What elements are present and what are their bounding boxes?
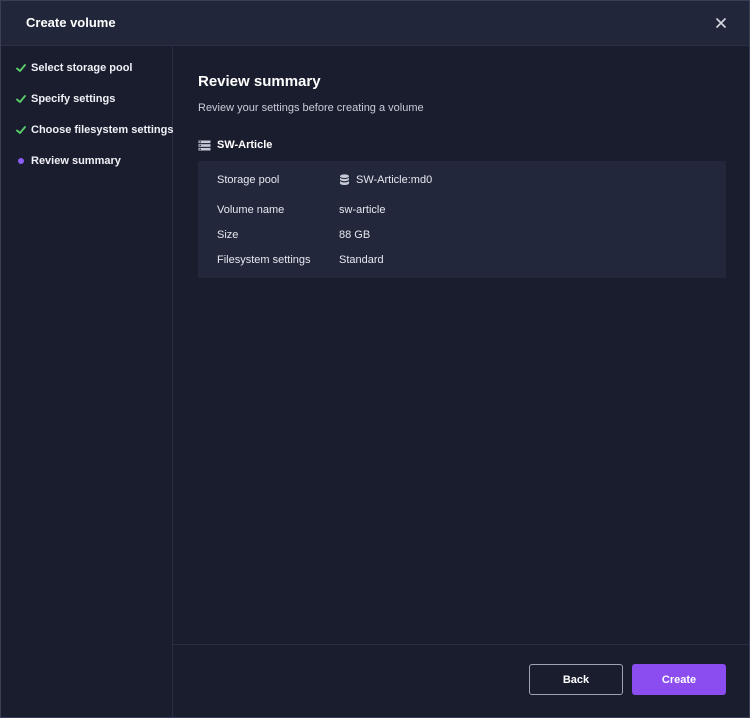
step-label: Review summary <box>31 155 121 167</box>
step-label: Select storage pool <box>31 62 133 74</box>
step-label: Choose filesystem settings <box>31 124 174 136</box>
wizard-steps-sidebar: Select storage pool Specify settings Cho… <box>1 46 173 717</box>
close-icon <box>716 18 726 28</box>
step-label: Specify settings <box>31 93 116 105</box>
volume-name-header: SW-Article <box>198 139 272 151</box>
main-content: Review summary Review your settings befo… <box>173 46 749 644</box>
summary-row-storage-pool: Storage pool SW-Article:md0 <box>217 172 432 188</box>
check-icon <box>16 64 26 72</box>
summary-key: Size <box>217 229 239 241</box>
close-button[interactable] <box>711 13 731 33</box>
current-step-dot <box>18 158 24 164</box>
summary-key: Filesystem settings <box>217 254 311 266</box>
page-title: Review summary <box>198 73 321 90</box>
dialog-titlebar: Create volume <box>1 1 749 46</box>
step-specify-settings[interactable]: Specify settings <box>15 91 115 107</box>
volume-title-text: SW-Article <box>217 139 273 151</box>
summary-value: Standard <box>339 254 384 266</box>
summary-row-filesystem-settings: Filesystem settings Standard <box>217 252 384 268</box>
page-subtitle: Review your settings before creating a v… <box>198 102 424 114</box>
check-icon <box>16 95 26 103</box>
summary-value: sw-article <box>339 204 386 216</box>
summary-panel: Storage pool SW-Article:md0 Volume name … <box>198 161 726 278</box>
create-button[interactable]: Create <box>632 664 726 695</box>
check-icon <box>16 126 26 134</box>
summary-value: SW-Article:md0 <box>356 174 433 186</box>
summary-row-volume-name: Volume name sw-article <box>217 202 385 218</box>
summary-key: Storage pool <box>217 174 280 186</box>
dialog-footer: Back Create <box>173 644 749 717</box>
step-review-summary[interactable]: Review summary <box>15 153 121 169</box>
volume-icon <box>198 140 211 150</box>
summary-row-size: Size 88 GB <box>217 227 370 243</box>
create-volume-dialog: Create volume Select storage pool Specif… <box>0 0 750 718</box>
back-button[interactable]: Back <box>529 664 623 695</box>
summary-key: Volume name <box>217 204 285 216</box>
step-select-storage-pool[interactable]: Select storage pool <box>15 60 132 76</box>
dialog-title: Create volume <box>26 15 116 30</box>
step-choose-filesystem-settings[interactable]: Choose filesystem settings <box>15 122 173 138</box>
summary-value: 88 GB <box>339 229 371 241</box>
database-icon <box>340 174 349 185</box>
